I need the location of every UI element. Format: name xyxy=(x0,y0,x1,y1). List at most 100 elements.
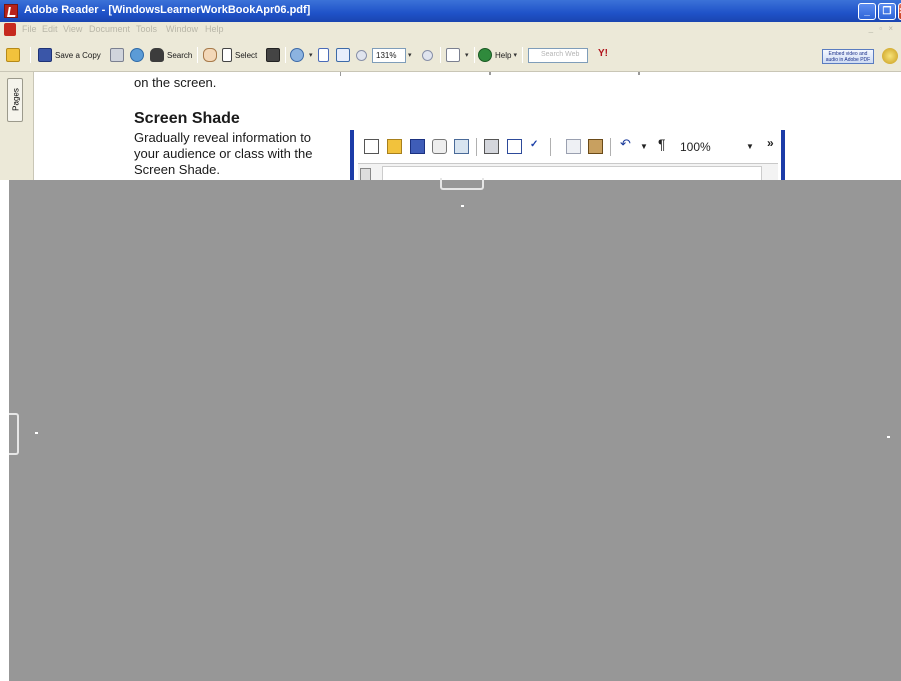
menu-help[interactable]: Help xyxy=(205,24,224,34)
zoom-out-button[interactable] xyxy=(356,46,370,64)
select-label: Select xyxy=(235,50,258,60)
promo-badge-icon[interactable] xyxy=(882,48,898,64)
promo-banner[interactable]: Embed video and audio in Adobe PDF xyxy=(822,49,874,64)
search-web-input[interactable]: Search Web xyxy=(528,47,588,63)
toolbar-separator xyxy=(30,47,31,63)
document-text-line: on the screen. xyxy=(134,75,217,90)
menu-bar: File Edit View Document Tools Window Hel… xyxy=(0,22,901,38)
save-copy-label: Save a Copy xyxy=(55,50,101,60)
image-border xyxy=(781,130,785,182)
page-mark xyxy=(489,72,491,75)
save-copy-button[interactable]: Save a Copy xyxy=(38,46,101,64)
chevron-down-icon: ▼ xyxy=(746,142,754,151)
shade-top-handle[interactable] xyxy=(440,178,484,190)
search-button[interactable]: Search xyxy=(150,46,192,64)
body-text-line: Gradually reveal information to xyxy=(134,130,312,145)
shade-marker xyxy=(35,432,38,434)
navigation-pane: Pages xyxy=(0,72,34,182)
shade-marker xyxy=(887,436,890,438)
chevron-down-icon: ▾ xyxy=(513,52,517,59)
new-document-icon xyxy=(364,139,379,154)
adobe-reader-icon xyxy=(4,4,18,18)
fit-page-button[interactable] xyxy=(336,46,353,64)
select-tool-button[interactable]: Select xyxy=(222,46,257,64)
menu-window[interactable]: Window xyxy=(166,24,198,34)
toolbar-separator xyxy=(197,47,198,63)
document-view[interactable]: on the screen. Screen Shade Gradually re… xyxy=(34,72,901,183)
screen-shade[interactable] xyxy=(9,180,901,681)
zoom-tool-button[interactable]: ▾ xyxy=(290,46,313,64)
body-text-line: your audience or class with the xyxy=(134,146,313,161)
menu-edit[interactable]: Edit xyxy=(42,24,58,34)
help-icon xyxy=(478,48,492,62)
search-label: Search xyxy=(167,50,193,60)
toolbar-separator xyxy=(610,138,611,156)
pages-icon xyxy=(446,48,460,62)
camera-icon xyxy=(266,48,280,62)
adobe-reader-window: Adobe Reader - [WindowsLearnerWorkBookAp… xyxy=(0,0,901,681)
menu-file[interactable]: File xyxy=(22,24,37,34)
pages-tab[interactable]: Pages xyxy=(7,78,23,122)
minimize-button[interactable]: _ xyxy=(858,3,876,20)
help-label: Help xyxy=(495,50,512,60)
page-icon xyxy=(318,48,329,62)
shade-marker xyxy=(461,205,464,207)
email-icon xyxy=(454,139,469,154)
folder-icon xyxy=(6,48,20,62)
embedded-toolbar: ✓ ↶ ▼ ¶ 100% ▼ » xyxy=(354,132,781,158)
embedded-toolbar-image: ✓ ↶ ▼ ¶ 100% ▼ » xyxy=(350,130,788,183)
section-heading: Screen Shade xyxy=(134,110,240,127)
copy-icon xyxy=(566,139,581,154)
open-button[interactable] xyxy=(6,46,23,64)
toolbar-separator xyxy=(476,138,477,156)
help-button[interactable]: Help ▾ xyxy=(478,46,517,64)
menu-document[interactable]: Document xyxy=(89,24,130,34)
pilcrow-icon: ¶ xyxy=(658,136,666,152)
snapshot-button[interactable] xyxy=(266,46,283,64)
chevron-down-icon: ▾ xyxy=(309,52,313,59)
permission-icon xyxy=(432,139,447,154)
paste-icon xyxy=(588,139,603,154)
toolbar-separator xyxy=(440,47,441,63)
toolbar-separator xyxy=(522,47,523,63)
desktop-edge xyxy=(0,180,9,681)
page-mark xyxy=(340,72,341,76)
menu-tools[interactable]: Tools xyxy=(136,24,157,34)
toolbar: Save a Copy Search Select ▾ 131% ▾ ▾ Hel… xyxy=(0,38,901,72)
zoom-level-value[interactable]: 131% xyxy=(372,47,406,63)
open-folder-icon xyxy=(387,139,402,154)
zoom-in-icon xyxy=(422,49,433,61)
document-menu-icon[interactable] xyxy=(4,23,16,36)
pages-menu-button[interactable]: ▾ xyxy=(446,46,469,64)
chevron-down-icon: ▾ xyxy=(408,52,412,59)
search-web-field[interactable]: Search Web xyxy=(528,46,588,64)
binoculars-icon xyxy=(150,48,164,62)
toolbar-separator xyxy=(285,47,286,63)
window-title: Adobe Reader - [WindowsLearnerWorkBookAp… xyxy=(24,4,311,16)
print-icon xyxy=(484,139,499,154)
spelling-icon: ✓ xyxy=(530,139,539,150)
zoom-in-button[interactable] xyxy=(422,46,436,64)
hand-tool-button[interactable] xyxy=(203,46,220,64)
chevron-down-icon: ▼ xyxy=(640,142,648,151)
menu-view[interactable]: View xyxy=(63,24,82,34)
email-button[interactable] xyxy=(130,46,147,64)
zoom-level-select[interactable]: 131% ▾ xyxy=(372,46,412,64)
title-bar[interactable]: Adobe Reader - [WindowsLearnerWorkBookAp… xyxy=(0,0,901,22)
disk-icon xyxy=(38,48,52,62)
toolbar-separator xyxy=(474,47,475,63)
more-buttons-icon: » xyxy=(767,136,774,150)
yahoo-icon: Y! xyxy=(598,48,608,59)
zoom-out-icon xyxy=(356,49,367,61)
print-button[interactable] xyxy=(110,46,127,64)
embedded-zoom-value: 100% xyxy=(680,140,711,154)
yahoo-button[interactable]: Y! xyxy=(598,46,611,64)
pages-tab-label: Pages xyxy=(11,88,21,111)
actual-size-button[interactable] xyxy=(318,46,332,64)
toolbar-separator xyxy=(550,138,551,156)
maximize-button[interactable]: ❐ xyxy=(878,3,896,20)
document-window-controls[interactable]: _ ▫ × xyxy=(869,24,895,33)
email-icon xyxy=(130,48,144,62)
shade-left-handle[interactable] xyxy=(9,413,19,455)
print-preview-icon xyxy=(507,139,522,154)
